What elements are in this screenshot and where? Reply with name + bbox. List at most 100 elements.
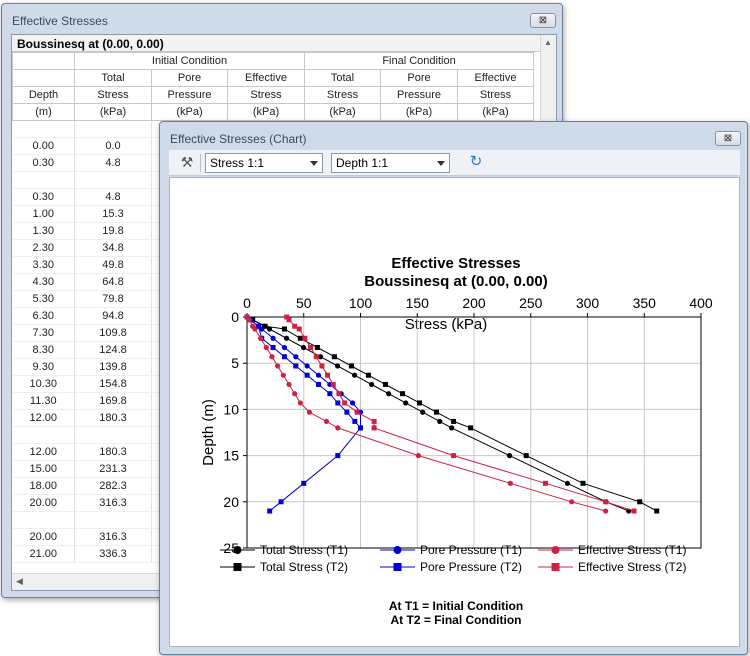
data-point bbox=[269, 354, 275, 360]
total-stress-cell: 180.3 bbox=[74, 443, 152, 461]
total-stress-cell: 4.8 bbox=[74, 154, 152, 172]
total-stress-cell: 316.3 bbox=[74, 494, 152, 512]
depth-scale-dropdown[interactable]: Depth 1:1 bbox=[331, 153, 450, 173]
depth-cell: 12.00 bbox=[12, 409, 75, 427]
data-point bbox=[386, 391, 392, 397]
refresh-icon[interactable]: ↻ bbox=[467, 152, 485, 172]
unit-header: (kPa) bbox=[457, 103, 534, 121]
tools-icon[interactable]: ⚒ bbox=[177, 153, 197, 172]
data-point bbox=[296, 326, 302, 332]
data-point bbox=[319, 363, 325, 369]
window-title: Effective Stresses bbox=[12, 14, 108, 28]
data-point bbox=[301, 480, 307, 486]
close-button[interactable]: ⊠ bbox=[530, 13, 556, 28]
x-tick-label: 250 bbox=[519, 295, 543, 311]
depth-cell: 0.00 bbox=[12, 137, 75, 155]
final-condition-header: Final Condition bbox=[304, 52, 534, 70]
chart-note: At T2 = Final Condition bbox=[391, 613, 522, 627]
total-stress-cell: 139.8 bbox=[74, 358, 152, 376]
column-header: Depth bbox=[12, 86, 75, 104]
depth-cell: 0.30 bbox=[12, 188, 75, 206]
legend-label: Total Stress (T2) bbox=[260, 560, 348, 574]
column-header: Stress bbox=[457, 86, 534, 104]
depth-cell: 15.00 bbox=[12, 460, 75, 478]
data-point bbox=[349, 400, 356, 406]
depth-cell: 3.30 bbox=[12, 256, 75, 274]
y-tick-label: 15 bbox=[223, 448, 239, 464]
header-row-1: Total Pore Effective Total Pore Effectiv… bbox=[12, 69, 534, 87]
x-tick-label: 200 bbox=[462, 295, 486, 311]
column-header: Stress bbox=[74, 86, 152, 104]
data-point bbox=[330, 381, 336, 387]
total-stress-cell: 109.8 bbox=[74, 324, 152, 342]
data-point bbox=[246, 317, 252, 323]
scroll-up-icon[interactable]: ▲ bbox=[544, 38, 552, 47]
data-point bbox=[306, 409, 313, 415]
column-header: Effective bbox=[457, 69, 534, 87]
data-point bbox=[399, 391, 405, 397]
data-point bbox=[358, 425, 363, 431]
depth-cell: 21.00 bbox=[12, 545, 75, 563]
data-point bbox=[420, 409, 426, 415]
y-tick-label: 10 bbox=[223, 401, 239, 417]
legend-label: Total Stress (T1) bbox=[260, 543, 348, 557]
initial-condition-header: Initial Condition bbox=[74, 52, 305, 70]
unit-header: (kPa) bbox=[74, 103, 152, 121]
chart-panel: Effective Stresses Boussinesq at (0.00, 0… bbox=[169, 177, 740, 647]
data-point bbox=[449, 425, 455, 431]
data-point bbox=[304, 363, 310, 369]
data-point bbox=[313, 354, 319, 360]
toolbar-separator bbox=[200, 154, 201, 172]
data-point bbox=[437, 418, 443, 425]
data-point bbox=[344, 409, 350, 415]
column-header: Total bbox=[74, 69, 152, 87]
total-stress-cell: 64.8 bbox=[74, 273, 152, 291]
data-point bbox=[371, 418, 377, 424]
data-point bbox=[302, 335, 308, 341]
data-point bbox=[314, 344, 320, 350]
window-title: Effective Stresses (Chart) bbox=[170, 132, 307, 146]
total-stress-cell bbox=[74, 120, 152, 138]
column-header: Total bbox=[304, 69, 381, 87]
data-point bbox=[434, 409, 440, 415]
legend-label: Pore Pressure (T1) bbox=[420, 543, 522, 557]
data-point bbox=[327, 391, 333, 397]
depth-cell: 10.30 bbox=[12, 375, 75, 393]
total-stress-cell: 34.8 bbox=[74, 239, 152, 257]
y-tick-label: 20 bbox=[223, 494, 239, 510]
legend-label: Effective Stress (T1) bbox=[578, 543, 686, 557]
data-point bbox=[270, 335, 276, 341]
data-point bbox=[304, 372, 310, 378]
data-point bbox=[331, 354, 337, 360]
data-point bbox=[369, 381, 375, 388]
data-point bbox=[543, 480, 549, 486]
data-point bbox=[564, 480, 571, 486]
y-tick-label: 5 bbox=[231, 355, 239, 371]
data-point bbox=[316, 381, 322, 387]
total-stress-cell: 15.3 bbox=[74, 205, 152, 223]
data-point bbox=[300, 344, 307, 351]
unit-header: (kPa) bbox=[304, 103, 381, 121]
stress-scale-dropdown[interactable]: Stress 1:1 bbox=[205, 153, 323, 173]
scroll-left-icon[interactable]: ◀ bbox=[16, 576, 23, 587]
depth-cell: 8.30 bbox=[12, 341, 75, 359]
data-point bbox=[415, 453, 421, 459]
column-header: Effective bbox=[227, 69, 305, 87]
depth-cell bbox=[12, 120, 75, 138]
column-header bbox=[12, 69, 75, 87]
data-point bbox=[263, 344, 269, 351]
data-point bbox=[354, 409, 360, 415]
data-point bbox=[293, 363, 299, 369]
data-point bbox=[275, 363, 281, 369]
data-point bbox=[323, 418, 330, 425]
depth-cell: 11.30 bbox=[12, 392, 75, 410]
legend-label: Effective Stress (T2) bbox=[578, 560, 686, 574]
chevron-down-icon bbox=[310, 161, 318, 166]
stress-scale-value: Stress 1:1 bbox=[210, 156, 265, 170]
unit-header: (m) bbox=[12, 103, 75, 121]
legend-marker bbox=[233, 563, 242, 571]
close-button[interactable]: ⊠ bbox=[715, 131, 741, 146]
x-tick-label: 400 bbox=[689, 295, 713, 311]
data-point bbox=[417, 400, 423, 406]
x-tick-label: 150 bbox=[406, 295, 430, 311]
